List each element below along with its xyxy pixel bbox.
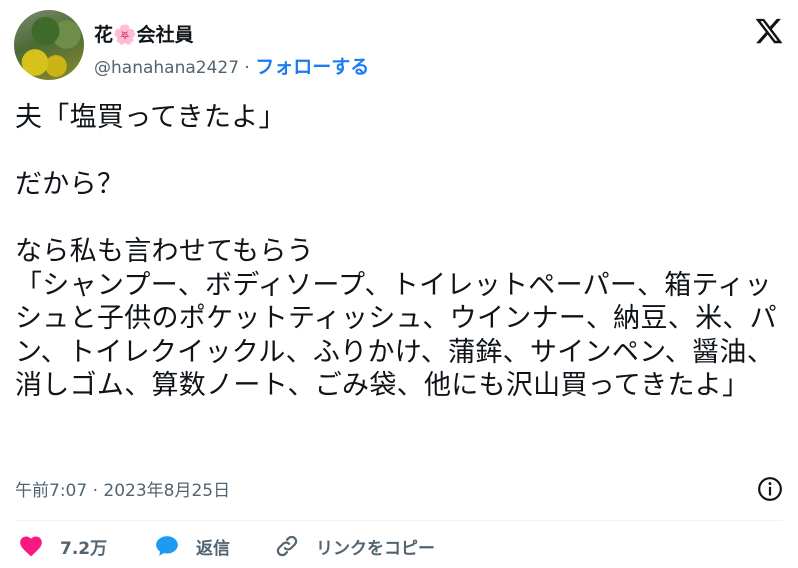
copy-link-label: リンクをコピー bbox=[316, 538, 435, 559]
heart-icon bbox=[20, 536, 42, 557]
follow-button[interactable]: フォローする bbox=[255, 56, 369, 78]
reply-button[interactable]: 返信 bbox=[154, 533, 230, 559]
link-icon bbox=[276, 535, 298, 557]
copy-link-button[interactable]: リンクをコピー bbox=[274, 533, 435, 559]
like-button[interactable]: 7.2万 bbox=[18, 533, 107, 559]
info-icon[interactable] bbox=[757, 476, 783, 502]
author-handle-row: @hanahana2427 · フォローする bbox=[94, 52, 369, 79]
tweet-header: 花🌸会社員 @hanahana2427 · フォローする bbox=[14, 10, 784, 82]
avatar[interactable] bbox=[14, 10, 84, 80]
tweet-timestamp[interactable]: 午前7:07 · 2023年8月25日 bbox=[15, 476, 230, 501]
handle-separator: · bbox=[239, 58, 256, 78]
x-logo-icon[interactable] bbox=[754, 16, 784, 46]
author-display-name[interactable]: 花🌸会社員 bbox=[94, 20, 194, 47]
divider bbox=[15, 520, 783, 521]
author-handle[interactable]: @hanahana2427 bbox=[94, 58, 239, 78]
reply-label: 返信 bbox=[196, 538, 230, 559]
speech-bubble-icon bbox=[156, 536, 178, 556]
like-count: 7.2万 bbox=[60, 538, 108, 559]
tweet-text: 夫「塩買ってきたよ」 だから？ なら私も言わせてもらう 「シャンプー、ボディソー… bbox=[15, 102, 777, 401]
